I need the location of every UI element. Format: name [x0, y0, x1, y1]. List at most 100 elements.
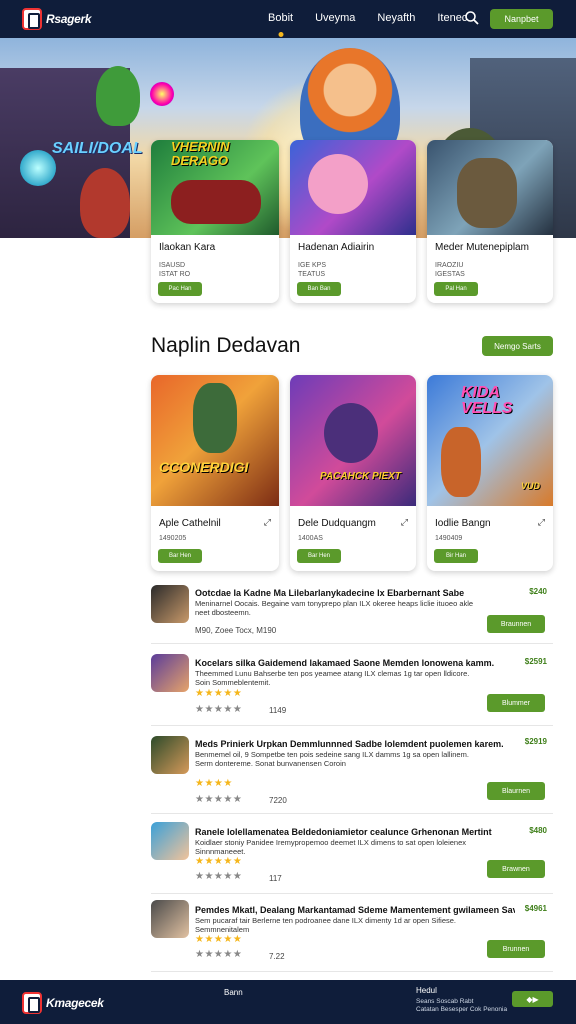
list-desc: Benmemel oil, 9 Sompetbe ten pois sedein…: [195, 750, 469, 768]
game-thumb-text: CCONERDIGI: [159, 459, 249, 475]
gamepad-icon: [171, 180, 261, 224]
featured-card-3[interactable]: Meder Mutenepiplam IRAOZIU IGESTAS Pal Ha…: [427, 140, 553, 303]
logo-icon: [22, 8, 42, 30]
game-title: Aple Cathelnil: [159, 518, 221, 529]
star-rating: ★★★★★: [195, 856, 243, 867]
star-rating-secondary: ★★★★★: [195, 949, 243, 960]
footer-link[interactable]: Bann: [224, 988, 243, 997]
share-icon[interactable]: ⤢: [401, 517, 408, 528]
game-card-1[interactable]: CCONERDIGI Aple Cathelnil ⤢ 1490205 Bar …: [151, 375, 279, 571]
list-action-button[interactable]: Blaurnen: [487, 782, 545, 800]
game-thumb-1: CCONERDIGI: [151, 375, 279, 506]
game-button[interactable]: Bar Hen: [297, 549, 341, 563]
featured-meta: ISAUSD ISTAT RO: [159, 262, 191, 278]
list-price: $480: [529, 826, 547, 835]
list-count: M90, Zoee Tocx, M190: [195, 626, 277, 635]
list-price: $240: [529, 587, 547, 596]
section-title: Naplin Dedavan: [151, 334, 301, 357]
game-button[interactable]: Bir Han: [434, 549, 478, 563]
list-title: Ootcdae Ia Kadne Ma Lilebarlanykadecine …: [195, 588, 465, 598]
list-count: 117: [269, 874, 282, 883]
list-desc: Sem pucaraf tair Berlerne ten podroanee …: [195, 916, 456, 934]
list-title: Kocelars silka Gaidemend lakamaed Saone …: [195, 658, 495, 668]
list-item[interactable]: Ootcdae Ia Kadne Ma Lilebarlanykadecine …: [151, 582, 553, 644]
nav-item-4[interactable]: Itenec: [437, 12, 467, 24]
game-thumb-text: PACAHCK PIEXT: [320, 471, 401, 482]
featured-button[interactable]: Pal Han: [434, 282, 478, 296]
game-thumb-2: PACAHCK PIEXT: [290, 375, 416, 506]
star-rating: ★★★★★: [195, 688, 243, 699]
list-action-button[interactable]: Brawnen: [487, 860, 545, 878]
hero-figure-icon: [324, 403, 378, 463]
featured-button[interactable]: Pac Han: [158, 282, 202, 296]
list-title: Pemdes Mkatl, Dealang Markantamad Sdeme …: [195, 905, 515, 915]
featured-title: Meder Mutenepiplam: [435, 242, 529, 253]
game-title: Iodlie Bangn: [435, 518, 491, 529]
list-desc: Meninarnel Oocais. Begaine vam tonyprepo…: [195, 599, 474, 617]
featured-button[interactable]: Ban Ban: [297, 282, 341, 296]
game-title: Dele Dudquangm: [298, 518, 376, 529]
game-card-3[interactable]: KIDA VELLS VUD Iodlie Bangn ⤢ 1490409 Bi…: [427, 375, 553, 571]
creature-icon: [308, 154, 368, 214]
star-rating-secondary: ★★★★★: [195, 704, 243, 715]
game-badge: VUD: [521, 481, 541, 491]
nav-item-2[interactable]: Uveyma: [315, 12, 355, 24]
game-icon: [151, 822, 189, 860]
game-thumb-3: KIDA VELLS VUD: [427, 375, 553, 506]
game-meta: 1490205: [159, 535, 187, 542]
featured-meta: IRAOZIU IGESTAS: [435, 262, 465, 278]
hero-figure-icon: [441, 427, 481, 497]
game-card-2[interactable]: PACAHCK PIEXT Dele Dudquangm ⤢ 1400AS Ba…: [290, 375, 416, 571]
star-rating-secondary: ★★★★★: [195, 794, 243, 805]
section-view-all-button[interactable]: Nemgo Sarts: [482, 336, 553, 356]
hero-character-green: [96, 66, 140, 126]
list-action-button[interactable]: Blummer: [487, 694, 545, 712]
list-action-button[interactable]: Brunnen: [487, 940, 545, 958]
search-icon[interactable]: [464, 10, 480, 26]
list-item[interactable]: Kocelars silka Gaidemend lakamaed Saone …: [151, 648, 553, 726]
hero-bubble: [20, 150, 56, 186]
brand-logo[interactable]: Rsagerk: [22, 8, 92, 30]
footer-brand-name: Kmagecek: [46, 996, 104, 1010]
main-nav: Bobit Uveyma Neyafth Itenec: [268, 12, 467, 24]
header-cta-button[interactable]: Nanpbet: [490, 9, 553, 29]
game-icon: [151, 585, 189, 623]
footer-logo[interactable]: Kmagecek: [22, 992, 104, 1014]
brand-name: Rsagerk: [46, 12, 92, 26]
featured-meta: IGE KPS TEATUS: [298, 262, 327, 278]
game-icon: [151, 654, 189, 692]
list-item[interactable]: Ranele Iolellamenatea Beldedoniamietor c…: [151, 818, 553, 894]
nav-item-3[interactable]: Neyafth: [377, 12, 415, 24]
list-price: $4961: [524, 904, 547, 913]
game-meta: 1490409: [435, 535, 463, 542]
list-desc: Theemmed Lunu Bahserbe ten pos yeamee at…: [195, 669, 470, 687]
footer-subtext: Seans Soscab Rabt Catatan Besesper Cok Pe…: [416, 998, 508, 1013]
game-icon: [151, 900, 189, 938]
featured-thumb-3: [427, 140, 553, 235]
list-item[interactable]: Pemdes Mkatl, Dealang Markantamad Sdeme …: [151, 898, 553, 972]
featured-title: Hadenan Adiairin: [298, 242, 375, 253]
footer: Kmagecek Bann Hedul Seans Soscab Rabt Cat…: [0, 980, 576, 1024]
list-action-button[interactable]: Braunnen: [487, 615, 545, 633]
featured-thumb-2: [290, 140, 416, 235]
list-desc: Koidlaer stoniy Panidee Iremypropemoo de…: [195, 838, 466, 856]
star-rating: ★★★★★: [195, 934, 243, 945]
share-icon[interactable]: ⤢: [538, 517, 545, 528]
featured-thumb-text: VHERNIN DERAGO: [171, 140, 230, 168]
list-count: 7.22: [269, 952, 285, 961]
footer-title: Hedul: [416, 986, 437, 995]
game-button[interactable]: Bar Hen: [158, 549, 202, 563]
list-price: $2919: [524, 737, 547, 746]
hero-figure-icon: [193, 383, 237, 453]
list-item[interactable]: Meds Prinierk Urpkan Demmlunnned Sadbe l…: [151, 730, 553, 814]
nav-item-1[interactable]: Bobit: [268, 12, 293, 24]
list-title: Ranele Iolellamenatea Beldedoniamietor c…: [195, 827, 492, 837]
footer-action-button[interactable]: ◆▶: [512, 991, 553, 1007]
featured-card-1[interactable]: VHERNIN DERAGO Ilaokan Kara ISAUSD ISTAT …: [151, 140, 279, 303]
logo-icon: [22, 992, 42, 1014]
featured-card-2[interactable]: Hadenan Adiairin IGE KPS TEATUS Ban Ban: [290, 140, 416, 303]
share-icon[interactable]: ⤢: [264, 517, 271, 528]
hero-left-text: SAILI/DOAL: [52, 140, 143, 157]
list-count: 1149: [269, 706, 287, 715]
list-count: 7220: [269, 796, 287, 805]
